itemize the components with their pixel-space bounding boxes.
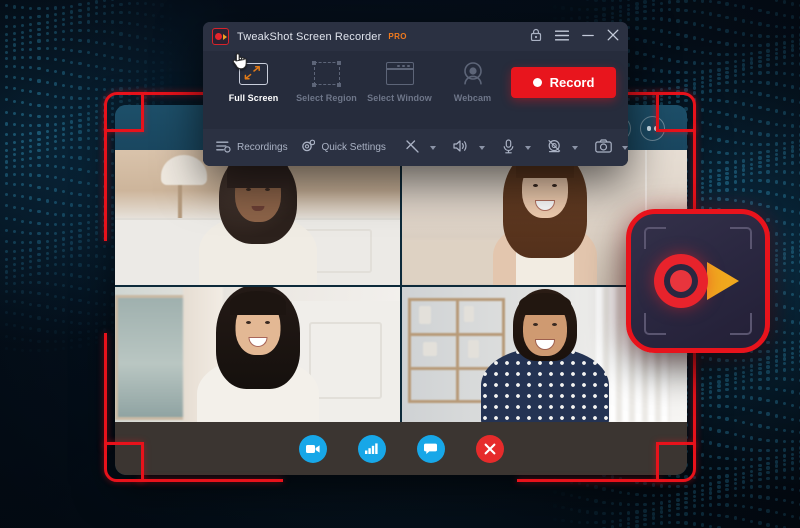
mode-label: Select Window [367, 93, 432, 103]
chat-bubble-icon [424, 443, 437, 454]
participant-tile-1[interactable] [115, 150, 400, 285]
record-dot-icon [532, 78, 542, 87]
close-x-icon [484, 443, 495, 454]
lock-icon[interactable] [530, 28, 542, 46]
video-camera-icon [305, 444, 320, 453]
annotation-off-icon [405, 139, 420, 157]
chat-button[interactable] [416, 434, 445, 463]
participant-tile-3[interactable] [115, 287, 400, 422]
video-button[interactable] [298, 434, 327, 463]
select-window-icon [385, 59, 414, 88]
minimize-icon[interactable] [582, 28, 594, 46]
chevron-down-icon [622, 145, 628, 150]
badge-crop-bottom-left [644, 313, 666, 335]
speaker-dropdown[interactable] [453, 139, 485, 156]
badge-crop-top-right [730, 227, 752, 249]
mode-label: Full Screen [228, 93, 279, 103]
chevron-down-icon [572, 145, 579, 150]
signal-bars-icon [365, 443, 378, 454]
webcam-dropdown[interactable] [547, 139, 579, 157]
mode-full-screen[interactable]: Full Screen [217, 59, 290, 103]
recordings-label: Recordings [237, 142, 288, 153]
mode-webcam[interactable]: Webcam [436, 59, 509, 103]
recordings-button[interactable]: Recordings [216, 140, 288, 156]
recordings-list-icon [216, 140, 231, 156]
close-icon[interactable] [607, 28, 619, 46]
select-region-icon [312, 59, 341, 88]
mode-select-region[interactable]: Select Region [290, 59, 363, 103]
webcam-icon [460, 59, 486, 88]
microphone-dropdown[interactable] [502, 138, 531, 157]
screenshot-stage: TweakShot Screen Recorder PRO Full Scree… [0, 0, 800, 528]
app-title: TweakShot Screen Recorder [237, 30, 382, 43]
hand-pointer-cursor [232, 53, 247, 70]
call-expand-icon[interactable] [640, 116, 665, 141]
badge-record-lens-icon [654, 254, 708, 308]
annotation-dropdown[interactable] [405, 139, 437, 157]
badge-lens-triangle-icon [707, 262, 739, 300]
webcam-off-icon [547, 139, 562, 157]
video-call-controls [115, 422, 687, 475]
mode-select-window[interactable]: Select Window [363, 59, 436, 103]
badge-crop-bottom-right [730, 313, 752, 335]
tweakshot-logo-icon [212, 28, 229, 45]
badge-crop-top-left [644, 227, 666, 249]
end-call-button[interactable] [475, 434, 504, 463]
chevron-down-icon [430, 145, 437, 150]
record-label: Record [549, 75, 595, 90]
recorder-toolbar: Recordings Quick Settings [203, 129, 628, 166]
capture-mode-row: Full Screen Select Region Select Window [203, 51, 628, 129]
record-button[interactable]: Record [511, 67, 616, 98]
menu-icon[interactable] [554, 28, 570, 46]
window-controls [530, 28, 619, 46]
speaker-icon [453, 139, 469, 156]
mode-label: Webcam [453, 93, 492, 103]
quick-settings-label: Quick Settings [321, 142, 386, 153]
quick-settings-button[interactable]: Quick Settings [300, 139, 386, 157]
mode-label: Select Region [296, 93, 357, 103]
gear-icon [300, 139, 316, 157]
pro-badge: PRO [388, 32, 407, 41]
chevron-down-icon [524, 145, 531, 150]
camera-dropdown[interactable] [595, 139, 628, 156]
chevron-down-icon [478, 145, 485, 150]
microphone-icon [502, 138, 515, 157]
screen-recorder-window: TweakShot Screen Recorder PRO Full Scree… [203, 22, 628, 166]
recorder-title-bar: TweakShot Screen Recorder PRO [203, 22, 628, 51]
signal-button[interactable] [357, 434, 386, 463]
tweakshot-app-icon [626, 209, 770, 353]
camera-icon [595, 139, 612, 156]
participant-grid [115, 150, 687, 422]
